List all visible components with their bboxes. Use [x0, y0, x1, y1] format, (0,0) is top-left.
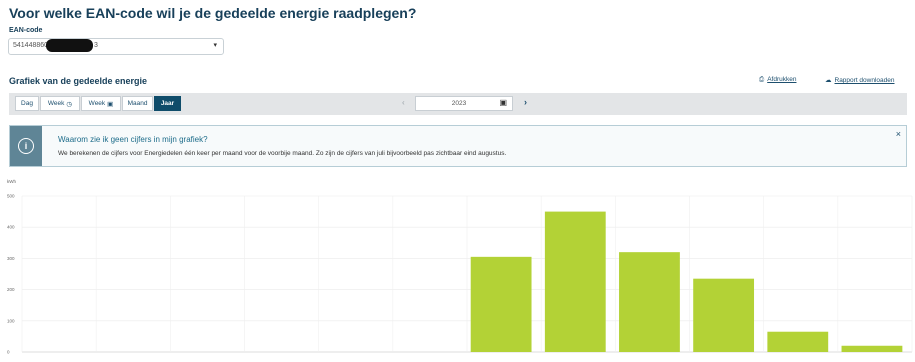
period-label: Maand: [127, 100, 148, 107]
period-tab-week-clock[interactable]: Week ◷: [40, 96, 80, 111]
previous-year-button[interactable]: ‹: [402, 98, 405, 107]
chart-bar[interactable]: [544, 211, 606, 352]
y-axis-label: kWh: [7, 179, 16, 184]
period-tab-month[interactable]: Maand: [122, 96, 153, 111]
print-link[interactable]: ⎙ Afdrukken: [759, 76, 796, 84]
cloud-download-icon: ☁: [825, 77, 832, 84]
chart-bar[interactable]: [470, 256, 532, 352]
graph-title: Grafiek van de gedeelde energie: [9, 76, 148, 86]
chart-bar[interactable]: [767, 331, 829, 352]
page-question-title: Voor welke EAN-code wil je de gedeelde e…: [9, 5, 417, 21]
period-tab-week-calendar[interactable]: Week ▣: [81, 96, 121, 111]
y-tick-label: 500: [7, 194, 15, 199]
y-tick-label: 300: [7, 256, 15, 261]
period-label: Dag: [21, 100, 33, 107]
next-year-button[interactable]: ›: [524, 97, 527, 107]
ean-label: EAN-code: [9, 27, 43, 34]
period-label: Jaar: [160, 100, 175, 107]
period-label: Week: [47, 100, 65, 107]
ean-select[interactable]: 541448860 3 ▾: [8, 38, 224, 55]
y-tick-label: 400: [7, 225, 15, 230]
info-icon-panel: i: [10, 126, 42, 166]
download-report-link[interactable]: ☁ Rapport downloaden: [825, 76, 895, 84]
ean-redaction-mask: [46, 39, 93, 52]
download-label: Rapport downloaden: [834, 77, 895, 84]
close-icon[interactable]: ×: [896, 129, 901, 139]
y-tick-label: 0: [7, 350, 10, 355]
printer-icon: ⎙: [759, 76, 765, 83]
year-value: 2023: [451, 100, 467, 107]
period-toolbar: Dag Week ◷ Week ▣ Maand Jaar ‹ 2023 ▣ ›: [9, 93, 907, 115]
ean-value-suffix: 3: [94, 42, 98, 49]
chart-bar[interactable]: [693, 278, 755, 352]
y-tick-label: 200: [7, 287, 15, 292]
calendar-icon: ▣: [499, 98, 507, 107]
chart-bar[interactable]: [619, 252, 680, 352]
period-tab-year[interactable]: Jaar: [154, 96, 181, 111]
ean-value: 541448860: [13, 42, 49, 49]
period-tab-day[interactable]: Dag: [15, 96, 39, 111]
period-label: Week: [88, 100, 106, 107]
info-title: Waarom zie ik geen cijfers in mijn grafi…: [58, 135, 208, 144]
y-tick-label: 100: [7, 318, 15, 323]
chart-bar[interactable]: [841, 345, 903, 352]
calendar-icon: ▣: [107, 100, 114, 108]
chevron-down-icon: ▾: [213, 42, 217, 49]
clock-icon: ◷: [66, 100, 73, 108]
print-label: Afdrukken: [767, 76, 797, 83]
info-banner: i Waarom zie ik geen cijfers in mijn gra…: [9, 125, 907, 167]
info-text: We berekenen de cijfers voor Energiedele…: [58, 150, 507, 157]
year-picker[interactable]: 2023 ▣: [415, 96, 513, 111]
info-icon: i: [18, 138, 34, 154]
energy-bar-chart: kWh 0 100 200 300 400 500: [7, 179, 913, 355]
